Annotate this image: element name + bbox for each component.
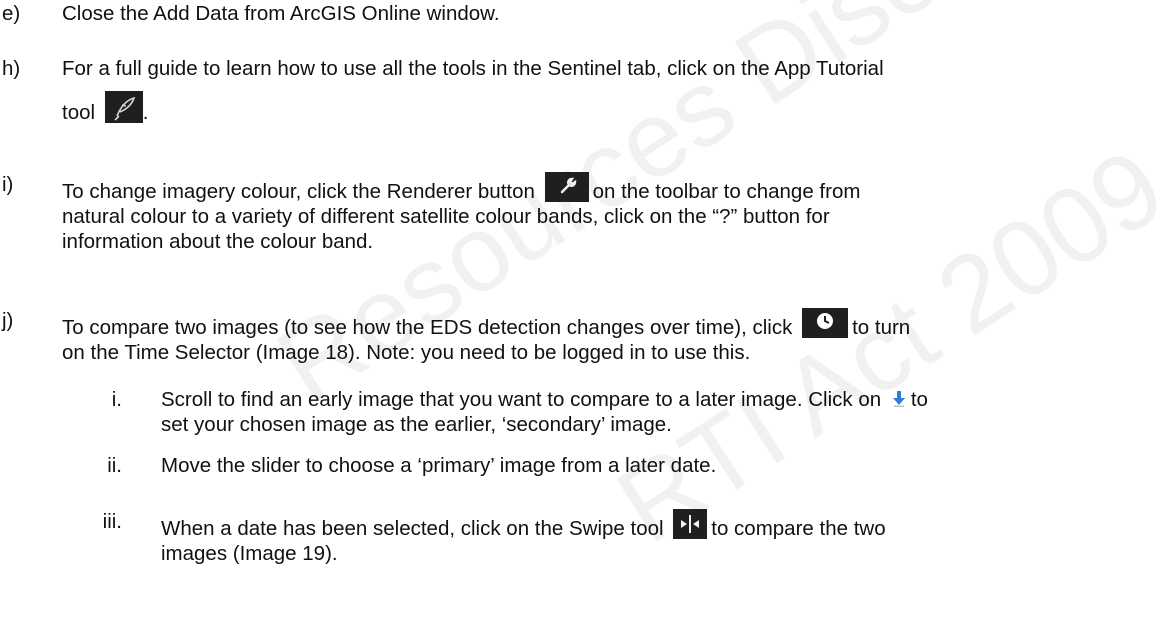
step-text: .	[142, 101, 149, 124]
step-text: set your chosen image as the earlier, ‘s…	[161, 413, 672, 436]
wrench-icon	[544, 172, 589, 202]
step-text: Close the Add Data from ArcGIS Online wi…	[62, 2, 500, 25]
substep-marker: ii.	[107, 454, 122, 477]
step-text: For a full guide to learn how to use all…	[62, 57, 884, 80]
step-text: Move the slider to choose a ‘primary’ im…	[161, 454, 717, 477]
step-text: on the toolbar to change from	[592, 180, 861, 203]
substep-marker: iii.	[102, 510, 122, 533]
step-marker: i)	[2, 173, 14, 196]
step-text: to compare the two	[711, 517, 886, 540]
step-text: When a date has been selected, click on …	[161, 517, 664, 540]
step-text: images (Image 19).	[161, 542, 338, 565]
swipe-icon	[673, 509, 708, 539]
step-text: to	[910, 388, 928, 411]
step-text: natural colour to a variety of different…	[62, 205, 830, 228]
step-text: Scroll to find an early image that you w…	[161, 388, 882, 411]
step-text: on the Time Selector (Image 18). Note: y…	[62, 341, 751, 364]
feather-icon	[104, 91, 143, 123]
download-arrow-icon	[892, 391, 905, 407]
step-marker: h)	[2, 57, 21, 80]
clock-icon	[802, 308, 849, 338]
substep-marker: i.	[111, 388, 122, 411]
step-text: to turn	[852, 316, 911, 339]
step-text: To change imagery colour, click the Rend…	[62, 180, 535, 203]
step-text: information about the colour band.	[62, 230, 374, 253]
step-text: To compare two images (to see how the ED…	[62, 316, 793, 339]
step-marker: j)	[2, 309, 14, 332]
step-text: tool	[62, 101, 96, 124]
step-marker: e)	[2, 2, 21, 25]
